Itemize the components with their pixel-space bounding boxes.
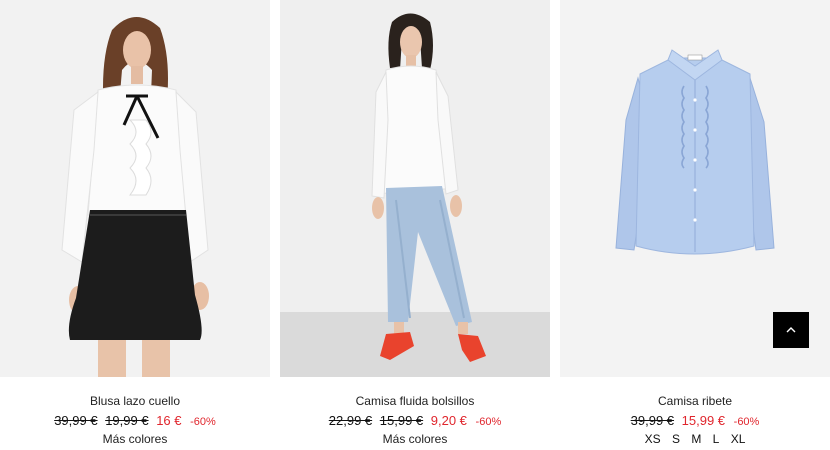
original-price: 39,99 € (54, 413, 98, 428)
previous-price: 19,99 € (105, 413, 149, 428)
more-colors-link[interactable]: Más colores (0, 432, 270, 446)
more-colors-link[interactable]: Más colores (280, 432, 550, 446)
size-list: XS S M L XL (560, 432, 830, 446)
product-prices: 22,99 € 15,99 € 9,20 € -60% (280, 412, 550, 429)
product-prices: 39,99 € 19,99 € 16 € -60% (0, 412, 270, 429)
product-prices: 39,99 € 15,99 € -60% (560, 412, 830, 429)
chevron-up-icon (786, 327, 796, 333)
product-grid: Blusa lazo cuello 39,99 € 19,99 € 16 € -… (0, 0, 830, 450)
model-in-white-shirt-and-jeans-image (280, 0, 550, 377)
size-option-xl[interactable]: XL (731, 432, 746, 446)
product-info: Blusa lazo cuello 39,99 € 19,99 € 16 € -… (0, 394, 270, 446)
product-name[interactable]: Camisa ribete (560, 394, 830, 408)
sale-price: 16 € (156, 413, 182, 428)
back-to-top-button[interactable] (773, 312, 809, 348)
product-info: Camisa ribete 39,99 € 15,99 € -60% XS S … (560, 394, 830, 446)
previous-price: 15,99 € (379, 413, 424, 428)
product-info: Camisa fluida bolsillos 22,99 € 15,99 € … (280, 394, 550, 446)
product-card: Blusa lazo cuello 39,99 € 19,99 € 16 € -… (0, 0, 270, 450)
product-card: Camisa ribete 39,99 € 15,99 € -60% XS S … (560, 0, 830, 450)
discount-badge: -60% (733, 416, 760, 428)
model-in-blouse-and-leather-skirt-image (0, 0, 270, 377)
product-image[interactable] (280, 0, 550, 377)
size-option-s[interactable]: S (672, 432, 680, 446)
product-image[interactable] (0, 0, 270, 377)
size-option-xs[interactable]: XS (645, 432, 661, 446)
size-option-l[interactable]: L (713, 432, 720, 446)
discount-badge: -60% (190, 416, 216, 428)
sale-price: 9,20 € (430, 413, 467, 428)
size-option-m[interactable]: M (691, 432, 701, 446)
discount-badge: -60% (475, 416, 502, 428)
product-card: Camisa fluida bolsillos 22,99 € 15,99 € … (280, 0, 550, 450)
original-price: 22,99 € (328, 413, 373, 428)
product-name[interactable]: Blusa lazo cuello (0, 394, 270, 408)
product-name[interactable]: Camisa fluida bolsillos (280, 394, 550, 408)
sale-price: 15,99 € (681, 413, 726, 428)
original-price: 39,99 € (630, 413, 675, 428)
